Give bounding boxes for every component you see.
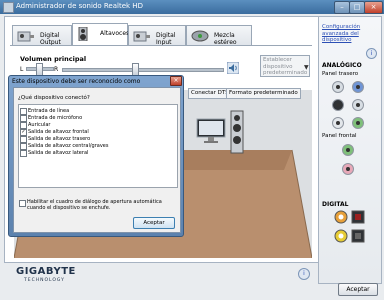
master-volume-label: Volumen principal bbox=[20, 55, 87, 63]
option-checkbox[interactable] bbox=[20, 122, 27, 129]
maximize-button[interactable]: □ bbox=[349, 1, 365, 14]
gigabyte-logo: GIGABYTE bbox=[16, 266, 76, 277]
tab-default-format[interactable]: Formato predeterminado bbox=[226, 88, 301, 99]
optical-out-icon[interactable] bbox=[351, 210, 365, 224]
master-volume-slider[interactable] bbox=[62, 68, 224, 72]
dialog-close-button[interactable]: × bbox=[170, 76, 182, 86]
digital-output-icon bbox=[17, 31, 34, 42]
analog-heading: ANALÓGICO bbox=[322, 62, 362, 69]
tab-divider bbox=[10, 45, 312, 46]
front-panel-label: Panel frontal bbox=[322, 133, 357, 139]
tab-label: Altavoces bbox=[100, 30, 130, 37]
rear-panel-label: Panel trasero bbox=[322, 71, 359, 77]
option-checkbox-checked[interactable]: ✓ bbox=[20, 129, 27, 136]
tab-label: Digital Input bbox=[156, 32, 176, 46]
dialog-title: Este dispositivo debe ser reconocido com… bbox=[12, 78, 141, 85]
rear-jack-green[interactable] bbox=[352, 117, 364, 129]
info-icon[interactable]: i bbox=[366, 48, 377, 59]
tab-stereo-mix[interactable]: Mezcla estéreo bbox=[186, 25, 252, 46]
tab-speakers[interactable]: Altavoces bbox=[72, 23, 130, 46]
auto-popup-label: Habilitar el cuadro de diálogo de apertu… bbox=[27, 199, 162, 211]
app-icon bbox=[3, 2, 14, 13]
ok-button[interactable]: Aceptar bbox=[338, 283, 378, 296]
option-checkbox[interactable] bbox=[20, 143, 27, 150]
digital-input-icon bbox=[133, 31, 150, 42]
tab-digital-output[interactable]: Digital Output bbox=[12, 25, 72, 46]
auto-popup-checkbox[interactable] bbox=[19, 200, 26, 207]
rear-jack-blue[interactable] bbox=[352, 81, 364, 93]
option-checkbox[interactable] bbox=[20, 136, 27, 143]
front-jack-pink[interactable] bbox=[342, 163, 354, 175]
speaker-mute-icon[interactable] bbox=[227, 62, 239, 74]
front-right-speaker-icon[interactable] bbox=[230, 110, 244, 154]
dialog-question: ¿Qué dispositivo conectó? bbox=[18, 95, 90, 101]
volume-left-label: L bbox=[20, 66, 24, 73]
window-title: Administrador de sonido Realtek HD bbox=[16, 2, 143, 10]
close-button[interactable]: × bbox=[364, 1, 383, 14]
speaker-device-icon bbox=[78, 27, 88, 41]
tab-label: Mezcla estéreo bbox=[214, 32, 237, 46]
tab-label: Digital Output bbox=[40, 32, 61, 46]
monitor-icon bbox=[196, 118, 226, 143]
minimize-button[interactable]: – bbox=[334, 1, 350, 14]
set-default-device-button[interactable]: Establecer dispositivo predeterminado bbox=[260, 55, 310, 77]
front-jack-green[interactable] bbox=[342, 144, 354, 156]
about-info-icon[interactable]: i bbox=[298, 268, 310, 280]
coaxial-yellow-icon[interactable] bbox=[334, 229, 348, 243]
stereo-mix-icon bbox=[191, 30, 209, 42]
chevron-down-icon[interactable]: ▼ bbox=[304, 64, 309, 71]
dialog-ok-button[interactable]: Aceptar bbox=[133, 217, 175, 229]
rear-jack-grey[interactable] bbox=[352, 99, 364, 111]
coaxial-orange-icon[interactable] bbox=[334, 210, 348, 224]
volume-right-label: R bbox=[54, 66, 59, 73]
advanced-settings-link[interactable]: Configuración avanzada del dispositivo bbox=[322, 24, 372, 44]
option-checkbox[interactable] bbox=[20, 150, 27, 157]
option-checkbox[interactable] bbox=[20, 115, 27, 122]
optical-in-icon[interactable] bbox=[351, 229, 365, 243]
rear-jack-white[interactable] bbox=[332, 117, 344, 129]
digital-heading: DIGITAL bbox=[322, 201, 349, 208]
tab-digital-input[interactable]: Digital Input bbox=[128, 25, 186, 46]
option-checkbox[interactable] bbox=[20, 108, 27, 115]
logo-subtitle: TECHNOLOGY bbox=[24, 278, 65, 283]
rear-jack-black[interactable] bbox=[332, 99, 344, 111]
rear-jack-line-in[interactable] bbox=[332, 81, 344, 93]
option-label: Salida de altavoz lateral bbox=[28, 150, 89, 156]
